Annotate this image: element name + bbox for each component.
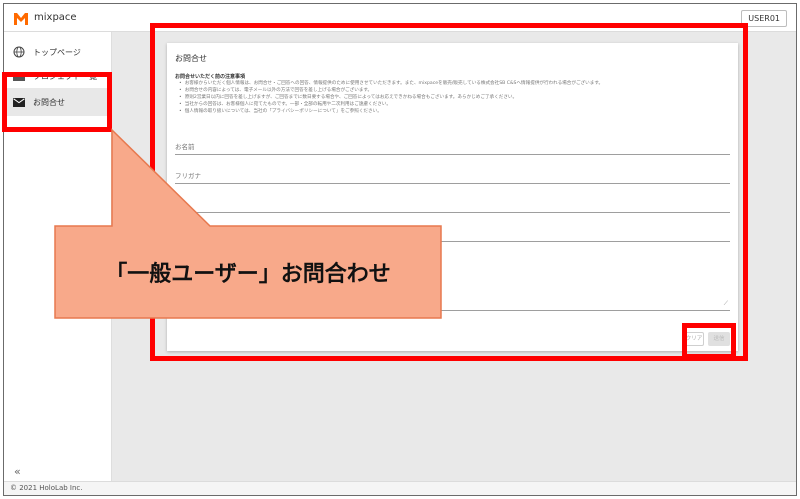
collapse-sidebar-icon[interactable]: « <box>14 465 21 478</box>
send-highlight-box <box>682 323 736 359</box>
globe-icon <box>12 45 26 59</box>
mixpace-logo-icon <box>14 13 28 25</box>
footer: © 2021 HoloLab Inc. <box>4 481 796 495</box>
brand-name: mixpace <box>34 12 77 23</box>
user-menu-button[interactable]: USER01 <box>741 10 787 27</box>
sidebar-item-label: トップページ <box>33 47 81 57</box>
sidebar-highlight-box <box>2 72 112 132</box>
callout-text: 「一般ユーザー」お問合わせ <box>105 262 391 287</box>
